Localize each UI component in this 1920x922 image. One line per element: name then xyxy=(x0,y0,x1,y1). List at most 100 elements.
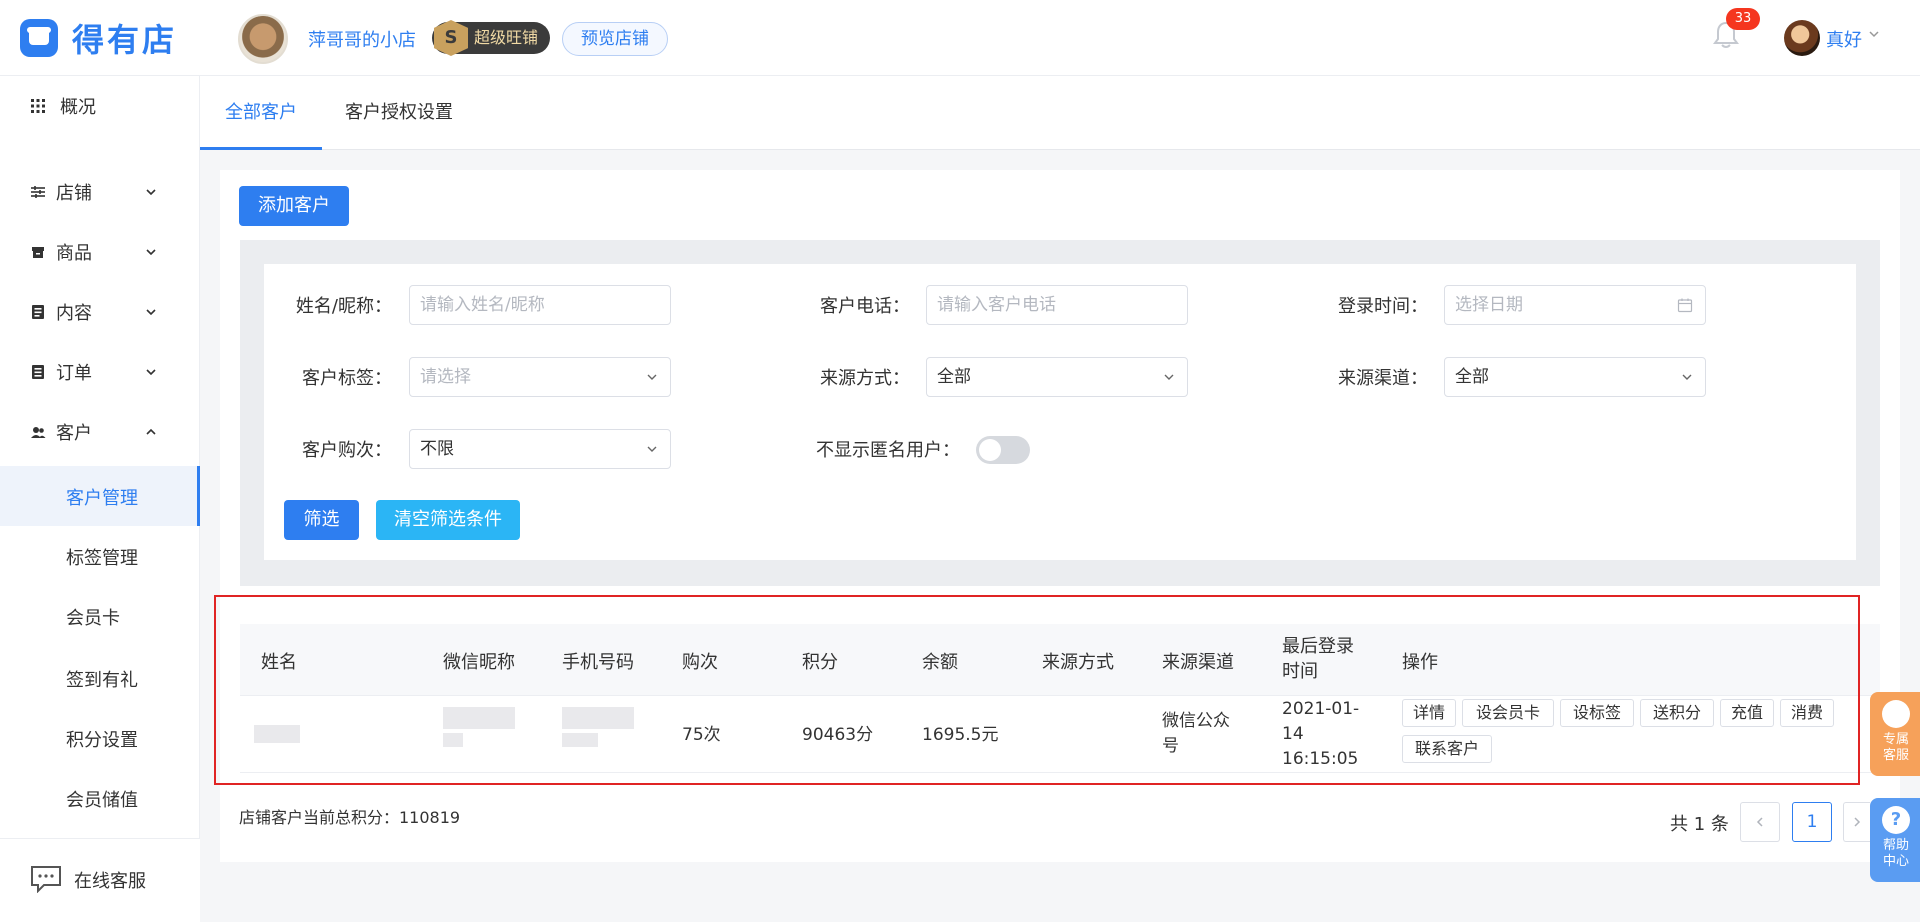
exclusive-service-widget[interactable]: 专属 客服 xyxy=(1870,692,1920,776)
shop-avatar[interactable] xyxy=(238,14,288,64)
login-time-label: 登录时间： xyxy=(1338,296,1428,317)
hide-anonymous-label: 不显示匿名用户： xyxy=(816,440,960,461)
total-points-text: 店铺客户当前总积分：110819 xyxy=(239,808,461,827)
sidebar-sub-label: 积分设置 xyxy=(66,730,138,751)
online-service-label: 在线客服 xyxy=(74,871,146,892)
help-center-widget[interactable]: ? 帮助 中心 xyxy=(1870,798,1920,882)
login-date-picker[interactable]: 选择日期 xyxy=(1444,285,1706,325)
chevron-right-icon xyxy=(1854,817,1861,827)
top-header: 得有店 萍哥哥的小店 S 超级旺铺 预览店铺 33 真好 xyxy=(0,0,1920,76)
name-search-input[interactable]: 请输入姓名/昵称 xyxy=(409,285,671,325)
sidebar-item-label: 内容 xyxy=(56,303,92,324)
service-label-2: 客服 xyxy=(1882,748,1909,763)
filter-button[interactable]: 筛选 xyxy=(284,500,359,540)
sidebar-sub-label: 客户管理 xyxy=(66,488,138,509)
chevron-up-icon xyxy=(146,428,156,435)
purchase-count-value: 不限 xyxy=(420,439,454,459)
sidebar-item-products[interactable]: 商品 xyxy=(0,222,200,282)
highlight-box xyxy=(214,595,1860,785)
chevron-down-icon xyxy=(647,446,657,452)
service-label-1: 专属 xyxy=(1882,732,1909,747)
source-method-label: 来源方式： xyxy=(820,368,910,389)
sidebar-sub-label: 标签管理 xyxy=(66,548,138,569)
clear-filters-button[interactable]: 清空筛选条件 xyxy=(376,500,520,540)
customer-tag-placeholder: 请选择 xyxy=(420,367,471,387)
hide-anonymous-toggle[interactable] xyxy=(976,436,1030,464)
sidebar-sub-checkin-gift[interactable]: 签到有礼 xyxy=(0,648,200,708)
tab-customer-authorization[interactable]: 客户授权设置 xyxy=(320,76,478,150)
chat-icon xyxy=(31,866,61,893)
chevron-down-icon[interactable] xyxy=(1868,28,1880,40)
calendar-icon xyxy=(1677,298,1693,313)
shop-name[interactable]: 萍哥哥的小店 xyxy=(308,26,416,52)
shop-logo-icon xyxy=(20,19,58,57)
chevron-down-icon xyxy=(146,249,156,256)
customer-tag-label: 客户标签： xyxy=(302,368,392,389)
headset-icon xyxy=(1882,700,1910,728)
sidebar: 概况 店铺 商品 内容 订单 客户 客户管理 标签管理 会员卡 签到有礼 积分设… xyxy=(0,76,200,922)
phone-search-input[interactable]: 请输入客户电话 xyxy=(926,285,1188,325)
sidebar-sub-member-stored-value[interactable]: 会员储值 xyxy=(0,768,200,828)
sidebar-item-overview[interactable]: 概况 xyxy=(0,76,200,136)
box-icon xyxy=(32,247,44,258)
add-customer-button[interactable]: 添加客户 xyxy=(239,186,349,226)
next-page-button[interactable] xyxy=(1843,802,1870,842)
notification-badge: 33 xyxy=(1726,8,1760,30)
source-channel-select[interactable]: 全部 xyxy=(1444,357,1706,397)
sidebar-item-orders[interactable]: 订单 xyxy=(0,342,200,402)
super-shop-badge: S 超级旺铺 xyxy=(432,20,551,56)
chevron-left-icon xyxy=(1756,817,1763,827)
sliders-icon xyxy=(31,186,45,198)
page-1-button[interactable]: 1 xyxy=(1792,802,1832,842)
grid-icon xyxy=(31,99,45,113)
chevron-down-icon xyxy=(1682,374,1692,380)
help-label-2: 中心 xyxy=(1882,854,1909,869)
purchase-count-label: 客户购次： xyxy=(302,440,392,461)
tab-all-customers[interactable]: 全部客户 xyxy=(200,76,322,150)
source-method-value: 全部 xyxy=(937,367,971,387)
pagination-total: 共 1 条 xyxy=(1670,814,1729,835)
list-icon xyxy=(32,365,44,379)
login-date-placeholder: 选择日期 xyxy=(1455,295,1523,315)
sidebar-item-customers[interactable]: 客户 xyxy=(0,402,200,462)
tab-bar: 全部客户 客户授权设置 xyxy=(200,76,1920,150)
question-icon: ? xyxy=(1882,806,1910,834)
users-icon xyxy=(31,427,46,438)
super-badge-icon: S xyxy=(434,20,468,56)
purchase-count-select[interactable]: 不限 xyxy=(409,429,671,469)
source-method-select[interactable]: 全部 xyxy=(926,357,1188,397)
chevron-down-icon xyxy=(1164,374,1174,380)
name-filter-label: 姓名/昵称： xyxy=(295,296,392,317)
logo[interactable]: 得有店 xyxy=(20,18,178,59)
sidebar-sub-label: 会员卡 xyxy=(66,608,120,629)
sidebar-sub-label: 会员储值 xyxy=(66,790,138,811)
super-badge-label: 超级旺铺 xyxy=(474,28,539,47)
logo-text: 得有店 xyxy=(72,21,178,59)
sidebar-item-label: 商品 xyxy=(56,243,92,264)
user-avatar[interactable] xyxy=(1784,20,1820,56)
phone-filter-label: 客户电话： xyxy=(820,296,910,317)
sidebar-item-label: 概况 xyxy=(60,97,96,118)
sidebar-sub-member-card[interactable]: 会员卡 xyxy=(0,586,200,646)
source-channel-value: 全部 xyxy=(1455,367,1489,387)
chevron-down-icon xyxy=(146,309,156,316)
sidebar-item-label: 店铺 xyxy=(56,183,92,204)
customer-tag-select[interactable]: 请选择 xyxy=(409,357,671,397)
prev-page-button[interactable] xyxy=(1740,802,1780,842)
sidebar-item-shop[interactable]: 店铺 xyxy=(0,162,200,222)
preview-shop-button[interactable]: 预览店铺 xyxy=(562,22,668,56)
user-name[interactable]: 真好 xyxy=(1826,26,1862,52)
source-channel-label: 来源渠道： xyxy=(1338,368,1428,389)
sidebar-item-label: 客户 xyxy=(56,423,92,444)
help-label-1: 帮助 xyxy=(1882,838,1909,853)
chevron-down-icon xyxy=(146,369,156,376)
sidebar-sub-points-settings[interactable]: 积分设置 xyxy=(0,708,200,768)
online-service[interactable]: 在线客服 xyxy=(0,838,200,922)
doc-icon xyxy=(32,305,44,319)
chevron-down-icon xyxy=(146,189,156,196)
sidebar-sub-customer-management[interactable]: 客户管理 xyxy=(0,466,200,526)
sidebar-sub-label: 签到有礼 xyxy=(66,670,138,691)
sidebar-item-content[interactable]: 内容 xyxy=(0,282,200,342)
sidebar-sub-tag-management[interactable]: 标签管理 xyxy=(0,526,200,586)
chevron-down-icon xyxy=(647,374,657,380)
